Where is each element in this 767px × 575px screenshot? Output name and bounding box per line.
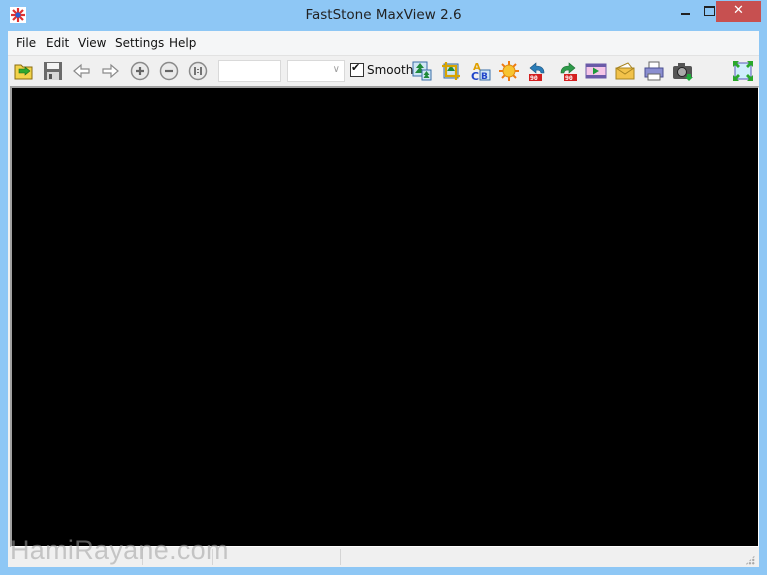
smooth-checkbox[interactable]: Smooth	[350, 61, 413, 79]
svg-text:C: C	[471, 70, 479, 82]
chevron-down-icon: ∨	[332, 64, 340, 75]
save-button[interactable]	[42, 60, 64, 82]
title-bar: FastStone MaxView 2.6 ✕	[0, 0, 767, 31]
open-button[interactable]	[13, 60, 35, 82]
zoom-in-icon	[130, 61, 150, 81]
crop-icon	[442, 62, 460, 80]
zoom-percent-input[interactable]	[218, 60, 281, 82]
rotate-right-90-icon: 90	[560, 62, 577, 82]
zoom-dropdown[interactable]: ∨	[287, 60, 345, 82]
print-icon	[644, 61, 664, 81]
screen-capture-button[interactable]	[672, 60, 694, 82]
print-button[interactable]	[643, 60, 665, 82]
menu-view[interactable]: View	[78, 36, 106, 50]
menu-file[interactable]: File	[16, 36, 36, 50]
svg-text:90: 90	[565, 74, 573, 82]
zoom-out-button[interactable]	[158, 60, 180, 82]
rotate-right-button[interactable]: 90	[556, 60, 578, 82]
brightness-button[interactable]	[498, 60, 520, 82]
fullscreen-icon	[733, 61, 753, 81]
open-folder-icon	[14, 64, 33, 80]
svg-text:B: B	[481, 72, 488, 82]
previous-button[interactable]	[71, 60, 93, 82]
resize-image-icon	[412, 61, 432, 81]
email-button[interactable]	[614, 60, 636, 82]
menu-edit[interactable]: Edit	[46, 36, 69, 50]
window-title: FastStone MaxView 2.6	[305, 7, 462, 23]
actual-size-button[interactable]	[187, 60, 209, 82]
smooth-label: Smooth	[367, 63, 414, 77]
close-button[interactable]: ✕	[716, 1, 761, 22]
next-button[interactable]	[99, 60, 121, 82]
resize-button[interactable]	[411, 60, 433, 82]
menu-bar: File Edit View Settings Help	[8, 31, 759, 56]
app-client-area: File Edit View Settings Help ∨ ✔ Smooth …	[8, 31, 759, 567]
slideshow-button[interactable]	[585, 60, 607, 82]
fullscreen-button[interactable]	[732, 60, 754, 82]
text-button[interactable]: A C B	[469, 60, 491, 83]
screen-capture-camera-icon	[673, 63, 693, 81]
menu-help[interactable]: Help	[169, 36, 196, 50]
rotate-left-button[interactable]: 90	[527, 60, 549, 82]
toolbar: ∨ Smooth A C	[8, 56, 759, 85]
actual-size-icon	[188, 61, 208, 81]
text-caption-icon: A C B	[471, 62, 491, 83]
arrow-right-icon	[102, 63, 119, 79]
arrow-left-icon	[73, 63, 90, 79]
watermark-text: HamiRayane.com	[10, 535, 229, 565]
email-envelope-icon	[615, 62, 635, 80]
resize-grip[interactable]	[745, 555, 755, 565]
zoom-out-icon	[159, 61, 179, 81]
image-viewer-canvas[interactable]	[10, 86, 759, 547]
status-divider	[340, 549, 341, 565]
slideshow-icon	[585, 63, 607, 79]
crop-button[interactable]	[440, 60, 462, 82]
brightness-sun-icon	[499, 61, 519, 81]
rotate-left-90-icon: 90	[529, 62, 545, 82]
save-disk-icon	[44, 62, 62, 80]
zoom-in-button[interactable]	[129, 60, 151, 82]
svg-text:90: 90	[530, 74, 538, 82]
menu-settings[interactable]: Settings	[115, 36, 164, 50]
smooth-checkbox-box[interactable]	[350, 61, 364, 77]
